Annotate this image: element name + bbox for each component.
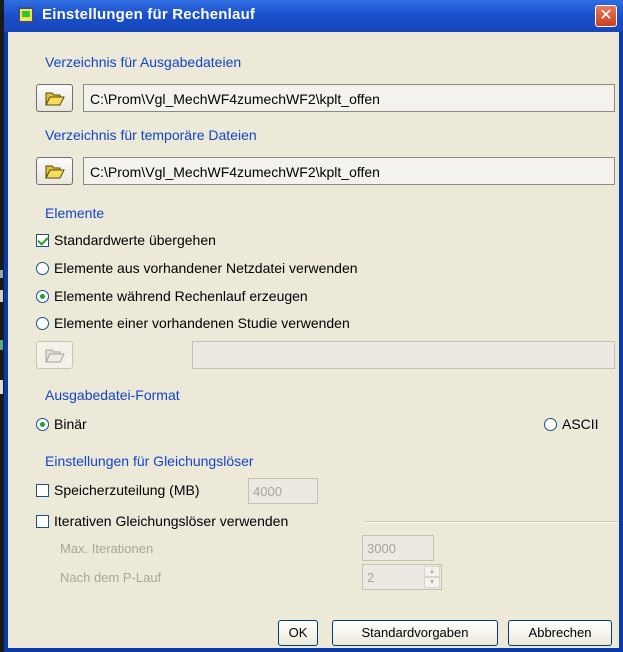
folder-open-icon <box>45 349 65 363</box>
close-button[interactable]: ✕ <box>595 5 617 27</box>
spin-down-icon[interactable]: ▼ <box>424 577 440 588</box>
after-p-run-value: 2 <box>367 570 375 585</box>
output-dir-browse-button[interactable] <box>36 84 73 112</box>
after-p-run-label: Nach dem P-Lauf <box>60 570 162 585</box>
radio-existing-study[interactable]: Elemente einer vorhandenen Studie verwen… <box>36 315 350 331</box>
output-format-group-title: Ausgabedatei-Format <box>45 387 180 403</box>
radio-ascii[interactable]: ASCII <box>544 416 599 432</box>
temp-dir-browse-button[interactable] <box>36 157 73 185</box>
cancel-button[interactable]: Abbrechen <box>508 620 612 646</box>
output-dir-group-title: Verzeichnis für Ausgabedateien <box>45 54 242 70</box>
max-iterations-label: Max. Iterationen <box>60 541 154 556</box>
folder-open-icon <box>45 165 65 179</box>
solver-group-title: Einstellungen für Gleichungslöser <box>45 453 254 469</box>
folder-open-icon <box>45 92 65 106</box>
radio-selected-icon <box>36 417 49 431</box>
dialog-title: Einstellungen für Rechenlauf <box>42 6 256 23</box>
temp-dir-path-field[interactable]: C:\Prom\Vgl_MechWF4zumechWF2\kplt_offen <box>83 157 615 185</box>
temp-dir-group-title: Verzeichnis für temporäre Dateien <box>45 127 257 143</box>
override-defaults-checkbox[interactable]: Standardwerte übergehen <box>36 232 216 248</box>
radio-selected-icon <box>36 289 49 303</box>
elements-group-title: Elemente <box>45 205 105 221</box>
radio-unselected-icon <box>36 316 49 330</box>
close-icon: ✕ <box>599 7 613 24</box>
radio-unselected-icon <box>36 261 49 275</box>
override-defaults-label: Standardwerte übergehen <box>54 232 216 248</box>
radio-binary[interactable]: Binär <box>36 416 87 432</box>
study-path-field[interactable] <box>192 341 615 369</box>
memory-allocation-input[interactable]: 4000 <box>248 478 318 504</box>
iterative-solver-label: Iterativen Gleichungslöser verwenden <box>54 513 289 529</box>
study-browse-button[interactable] <box>36 341 73 369</box>
iterative-solver-separator <box>365 521 617 523</box>
output-dir-path-field[interactable]: C:\Prom\Vgl_MechWF4zumechWF2\kplt_offen <box>83 84 615 112</box>
max-iterations-input[interactable]: 3000 <box>362 535 434 561</box>
app-window-icon <box>18 7 34 23</box>
radio-ascii-label: ASCII <box>562 416 599 432</box>
checkbox-unchecked-icon <box>36 483 49 497</box>
ok-button[interactable]: OK <box>278 620 318 646</box>
dialog-body: Verzeichnis für Ausgabedateien C:\Prom\V… <box>8 32 619 648</box>
memory-allocation-checkbox[interactable]: Speicherzuteilung (MB) <box>36 482 200 498</box>
title-bar[interactable]: Einstellungen für Rechenlauf ✕ <box>4 0 623 32</box>
spinner-arrows[interactable]: ▲ ▼ <box>424 566 440 590</box>
iterative-solver-checkbox[interactable]: Iterativen Gleichungslöser verwenden <box>36 513 288 529</box>
after-p-run-spinner[interactable]: 2 ▲ ▼ <box>362 564 442 590</box>
spin-up-icon[interactable]: ▲ <box>424 566 440 577</box>
radio-existing-mesh[interactable]: Elemente aus vorhandener Netzdatei verwe… <box>36 260 358 276</box>
radio-binary-label: Binär <box>54 416 87 432</box>
radio-existing-study-label: Elemente einer vorhandenen Studie verwen… <box>54 315 350 331</box>
defaults-button[interactable]: Standardvorgaben <box>332 620 498 646</box>
checkbox-checked-icon <box>36 233 49 247</box>
radio-existing-mesh-label: Elemente aus vorhandener Netzdatei verwe… <box>54 260 358 276</box>
memory-allocation-label: Speicherzuteilung (MB) <box>54 482 200 498</box>
settings-dialog: Einstellungen für Rechenlauf ✕ Verzeichn… <box>4 0 623 652</box>
radio-generate-during-run-label: Elemente während Rechenlauf erzeugen <box>54 288 308 304</box>
checkbox-unchecked-icon <box>36 514 49 528</box>
radio-unselected-icon <box>544 417 557 431</box>
radio-generate-during-run[interactable]: Elemente während Rechenlauf erzeugen <box>36 288 308 304</box>
